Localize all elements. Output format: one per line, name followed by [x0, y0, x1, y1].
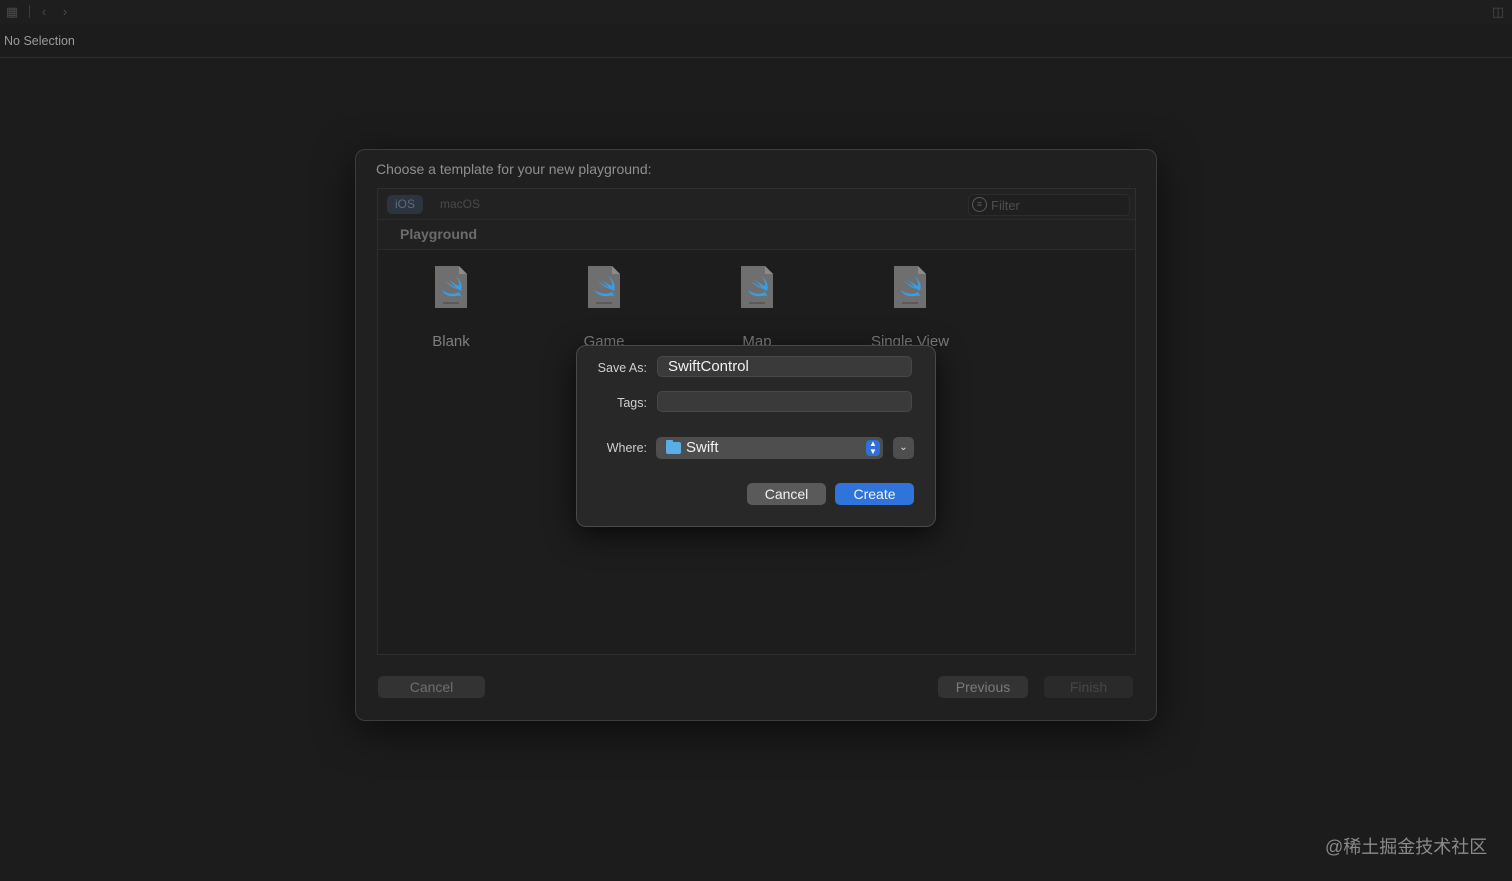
window-toolbar: ▦ ‹ › ◫ — [0, 0, 1512, 24]
where-popup-button[interactable]: Swift ▲ ▼ — [656, 437, 883, 459]
chevron-right-icon[interactable]: › — [57, 4, 73, 20]
swift-playground-file-icon — [894, 266, 926, 308]
section-header: Playground — [378, 220, 1135, 250]
jump-bar: No Selection — [0, 24, 1512, 58]
finish-button[interactable]: Finish — [1044, 676, 1133, 698]
create-button[interactable]: Create — [835, 483, 914, 505]
swift-playground-file-icon — [435, 266, 467, 308]
cancel-button[interactable]: Cancel — [747, 483, 826, 505]
inspector-toggle-icon[interactable]: ◫ — [1490, 4, 1506, 20]
template-single-view[interactable]: Single View — [850, 264, 970, 350]
xcode-window: ▦ ‹ › ◫ No Selection Choose a template f… — [0, 0, 1512, 881]
filter-input[interactable]: Filter — [991, 198, 1020, 213]
save-dialog: Save As: SwiftControl Tags: Where: Swift… — [576, 345, 936, 527]
platform-tab-bar: iOS macOS ≡ Filter — [378, 189, 1135, 220]
tags-label: Tags: — [617, 396, 647, 410]
template-game[interactable]: Game — [544, 264, 664, 350]
tags-field[interactable] — [657, 391, 912, 412]
template-blank[interactable]: Blank — [391, 264, 511, 350]
tab-ios[interactable]: iOS — [387, 195, 424, 214]
where-label: Where: — [606, 441, 647, 455]
filter-icon: ≡ — [972, 197, 987, 212]
chevron-left-icon[interactable]: ‹ — [36, 4, 52, 20]
grid-icon[interactable]: ▦ — [4, 4, 20, 20]
where-value: Swift — [686, 439, 719, 456]
save-as-label: Save As: — [597, 361, 647, 375]
chevron-down-icon[interactable]: ⌄ — [893, 437, 914, 459]
chevron-up-down-icon: ▲ ▼ — [866, 440, 880, 456]
template-map[interactable]: Map — [697, 264, 817, 350]
folder-icon — [666, 440, 681, 454]
swift-playground-file-icon — [741, 266, 773, 308]
sheet-title: Choose a template for your new playgroun… — [376, 161, 652, 177]
template-label: Blank — [432, 333, 470, 350]
tab-macos[interactable]: macOS — [432, 195, 488, 214]
toolbar-divider — [29, 5, 30, 18]
previous-button[interactable]: Previous — [938, 676, 1028, 698]
section-label-playground: Playground — [400, 226, 478, 242]
save-as-field[interactable]: SwiftControl — [657, 356, 912, 377]
no-selection-label: No Selection — [4, 34, 75, 48]
filter-field[interactable]: ≡ Filter — [968, 194, 1130, 216]
watermark: @稀土掘金技术社区 — [1325, 837, 1488, 857]
swift-playground-file-icon — [588, 266, 620, 308]
sheet-cancel-button[interactable]: Cancel — [378, 676, 485, 698]
save-as-value[interactable]: SwiftControl — [668, 358, 749, 375]
